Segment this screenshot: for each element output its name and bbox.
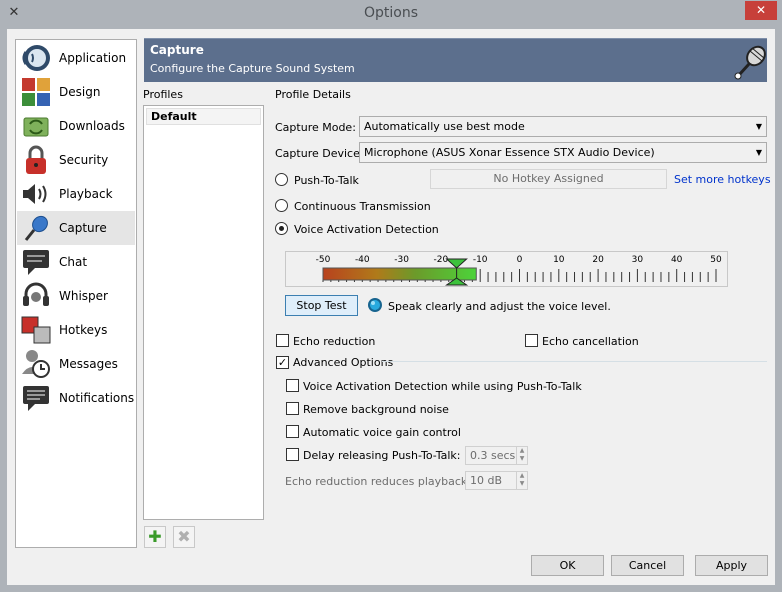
sidebar-item-playback[interactable]: Playback: [17, 177, 135, 211]
meter-level-bar: [322, 267, 477, 281]
remove-profile-button[interactable]: ✖: [173, 526, 195, 548]
echo-playback-spinner[interactable]: 10 dB ▲ ▼: [465, 471, 528, 490]
sidebar-item-label: Chat: [59, 255, 88, 269]
microphone-icon: [24, 215, 48, 241]
cancel-button[interactable]: Cancel: [611, 555, 684, 576]
continuous-transmission-label: Continuous Transmission: [294, 200, 431, 213]
group-divider: [382, 361, 767, 362]
sidebar-item-label: Downloads: [59, 119, 125, 133]
speaker-icon: [23, 184, 47, 204]
sidebar-item-label: Hotkeys: [59, 323, 108, 337]
sidebar-item-label: Playback: [59, 187, 113, 201]
capture-device-label: Capture Device:: [275, 147, 364, 160]
continuous-transmission-radio[interactable]: [275, 199, 288, 212]
push-to-talk-label: Push-To-Talk: [294, 174, 359, 187]
section-subtitle: Configure the Capture Sound System: [150, 62, 355, 75]
echo-cancellation-checkbox[interactable]: [525, 334, 538, 347]
section-header: Capture Configure the Capture Sound Syst…: [144, 38, 767, 82]
messages-icon: [22, 350, 50, 378]
advanced-options-label: Advanced Options: [293, 356, 394, 369]
hotkey-field[interactable]: No Hotkey Assigned: [430, 169, 667, 189]
echo-playback-value: 10 dB: [470, 474, 503, 487]
stop-test-button[interactable]: Stop Test: [285, 295, 358, 316]
voice-level-meter[interactable]: -50 -40 -30 -20 -10 0 10 20 30 40 50: [285, 251, 728, 287]
echo-reduction-checkbox[interactable]: [276, 334, 289, 347]
keyboard-icon: [21, 316, 51, 344]
test-status-text: Speak clearly and adjust the voice level…: [388, 300, 611, 313]
options-window: ✕ Options ✕ Application Design Downloads…: [0, 0, 782, 592]
microphone-icon: [734, 45, 766, 80]
capture-device-value: Microphone (ASUS Xonar Essence STX Audio…: [364, 146, 655, 159]
sidebar-item-hotkeys[interactable]: Hotkeys: [17, 313, 135, 347]
voice-activation-label: Voice Activation Detection: [294, 223, 439, 236]
ok-button[interactable]: OK: [531, 555, 604, 576]
chat-bubble-icon: [23, 250, 49, 275]
sidebar-item-application[interactable]: Application: [17, 41, 135, 75]
sidebar-item-label: Security: [59, 153, 109, 167]
delay-ptt-checkbox[interactable]: [286, 448, 299, 461]
sidebar-item-whisper[interactable]: Whisper: [17, 279, 135, 313]
echo-cancellation-label: Echo cancellation: [542, 335, 639, 348]
category-sidebar: Application Design Downloads Security Pl…: [15, 39, 137, 548]
push-to-talk-radio[interactable]: [275, 173, 288, 186]
radio-selected-dot: [279, 226, 284, 231]
vad-while-ptt-label: Voice Activation Detection while using P…: [303, 380, 582, 393]
sidebar-item-label: Messages: [59, 357, 118, 371]
palette-icon: [22, 78, 50, 106]
spinner-arrows-icon[interactable]: ▲ ▼: [516, 472, 527, 489]
headset-icon: [23, 282, 49, 306]
sidebar-item-chat[interactable]: Chat: [17, 245, 135, 279]
dialog-body: Application Design Downloads Security Pl…: [7, 29, 775, 585]
remove-noise-label: Remove background noise: [303, 403, 449, 416]
title-bar[interactable]: ✕ Options ✕: [0, 0, 782, 28]
profiles-list[interactable]: Default: [143, 105, 264, 520]
remove-noise-checkbox[interactable]: [286, 402, 299, 415]
spinner-arrows-icon[interactable]: ▲ ▼: [516, 447, 527, 464]
sidebar-item-downloads[interactable]: Downloads: [17, 109, 135, 143]
sidebar-item-security[interactable]: Security: [17, 143, 135, 177]
voice-activation-radio[interactable]: [275, 222, 288, 235]
capture-mode-label: Capture Mode:: [275, 121, 356, 134]
set-more-hotkeys-link[interactable]: Set more hotkeys: [674, 173, 771, 186]
sidebar-item-notifications[interactable]: Notifications: [17, 381, 135, 415]
meter-graphic: [322, 258, 717, 286]
capture-mode-value: Automatically use best mode: [364, 120, 525, 133]
capture-device-select[interactable]: Microphone (ASUS Xonar Essence STX Audio…: [359, 142, 767, 163]
agc-checkbox[interactable]: [286, 425, 299, 438]
vad-while-ptt-checkbox[interactable]: [286, 379, 299, 392]
delay-ptt-value: 0.3 secs: [470, 449, 516, 462]
status-indicator-icon: [368, 298, 382, 312]
teamspeak-icon: [22, 45, 50, 71]
sidebar-item-label: Design: [59, 85, 101, 99]
echo-playback-label: Echo reduction reduces playback by:: [285, 475, 488, 488]
add-profile-button[interactable]: ✚: [144, 526, 166, 548]
sidebar-item-messages[interactable]: Messages: [17, 347, 135, 381]
section-title: Capture: [150, 43, 204, 57]
chevron-down-icon: ▼: [755, 148, 762, 157]
agc-label: Automatic voice gain control: [303, 426, 461, 439]
echo-reduction-label: Echo reduction: [293, 335, 376, 348]
sidebar-item-capture[interactable]: Capture: [17, 211, 135, 245]
close-button[interactable]: ✕: [745, 1, 777, 20]
sidebar-item-label: Application: [59, 51, 127, 65]
notifications-icon: [23, 386, 49, 411]
sidebar-item-label: Capture: [59, 221, 107, 235]
capture-mode-select[interactable]: Automatically use best mode ▼: [359, 116, 767, 137]
advanced-options-checkbox[interactable]: ✓: [276, 356, 289, 369]
downloads-icon: [23, 117, 49, 137]
sidebar-item-label: Notifications: [59, 391, 135, 405]
apply-button[interactable]: Apply: [695, 555, 768, 576]
lock-icon: [26, 145, 46, 174]
window-title: Options: [363, 5, 419, 21]
profiles-label: Profiles: [143, 88, 183, 101]
delay-ptt-label: Delay releasing Push-To-Talk:: [303, 449, 461, 462]
sidebar-item-design[interactable]: Design: [17, 75, 135, 109]
sidebar-item-label: Whisper: [59, 289, 108, 303]
chevron-down-icon: ▼: [755, 122, 762, 131]
delay-ptt-spinner[interactable]: 0.3 secs ▲ ▼: [465, 446, 528, 465]
checkmark-icon: ✓: [277, 356, 288, 369]
profile-item-default[interactable]: Default: [146, 108, 261, 125]
profile-details-label: Profile Details: [275, 88, 351, 101]
